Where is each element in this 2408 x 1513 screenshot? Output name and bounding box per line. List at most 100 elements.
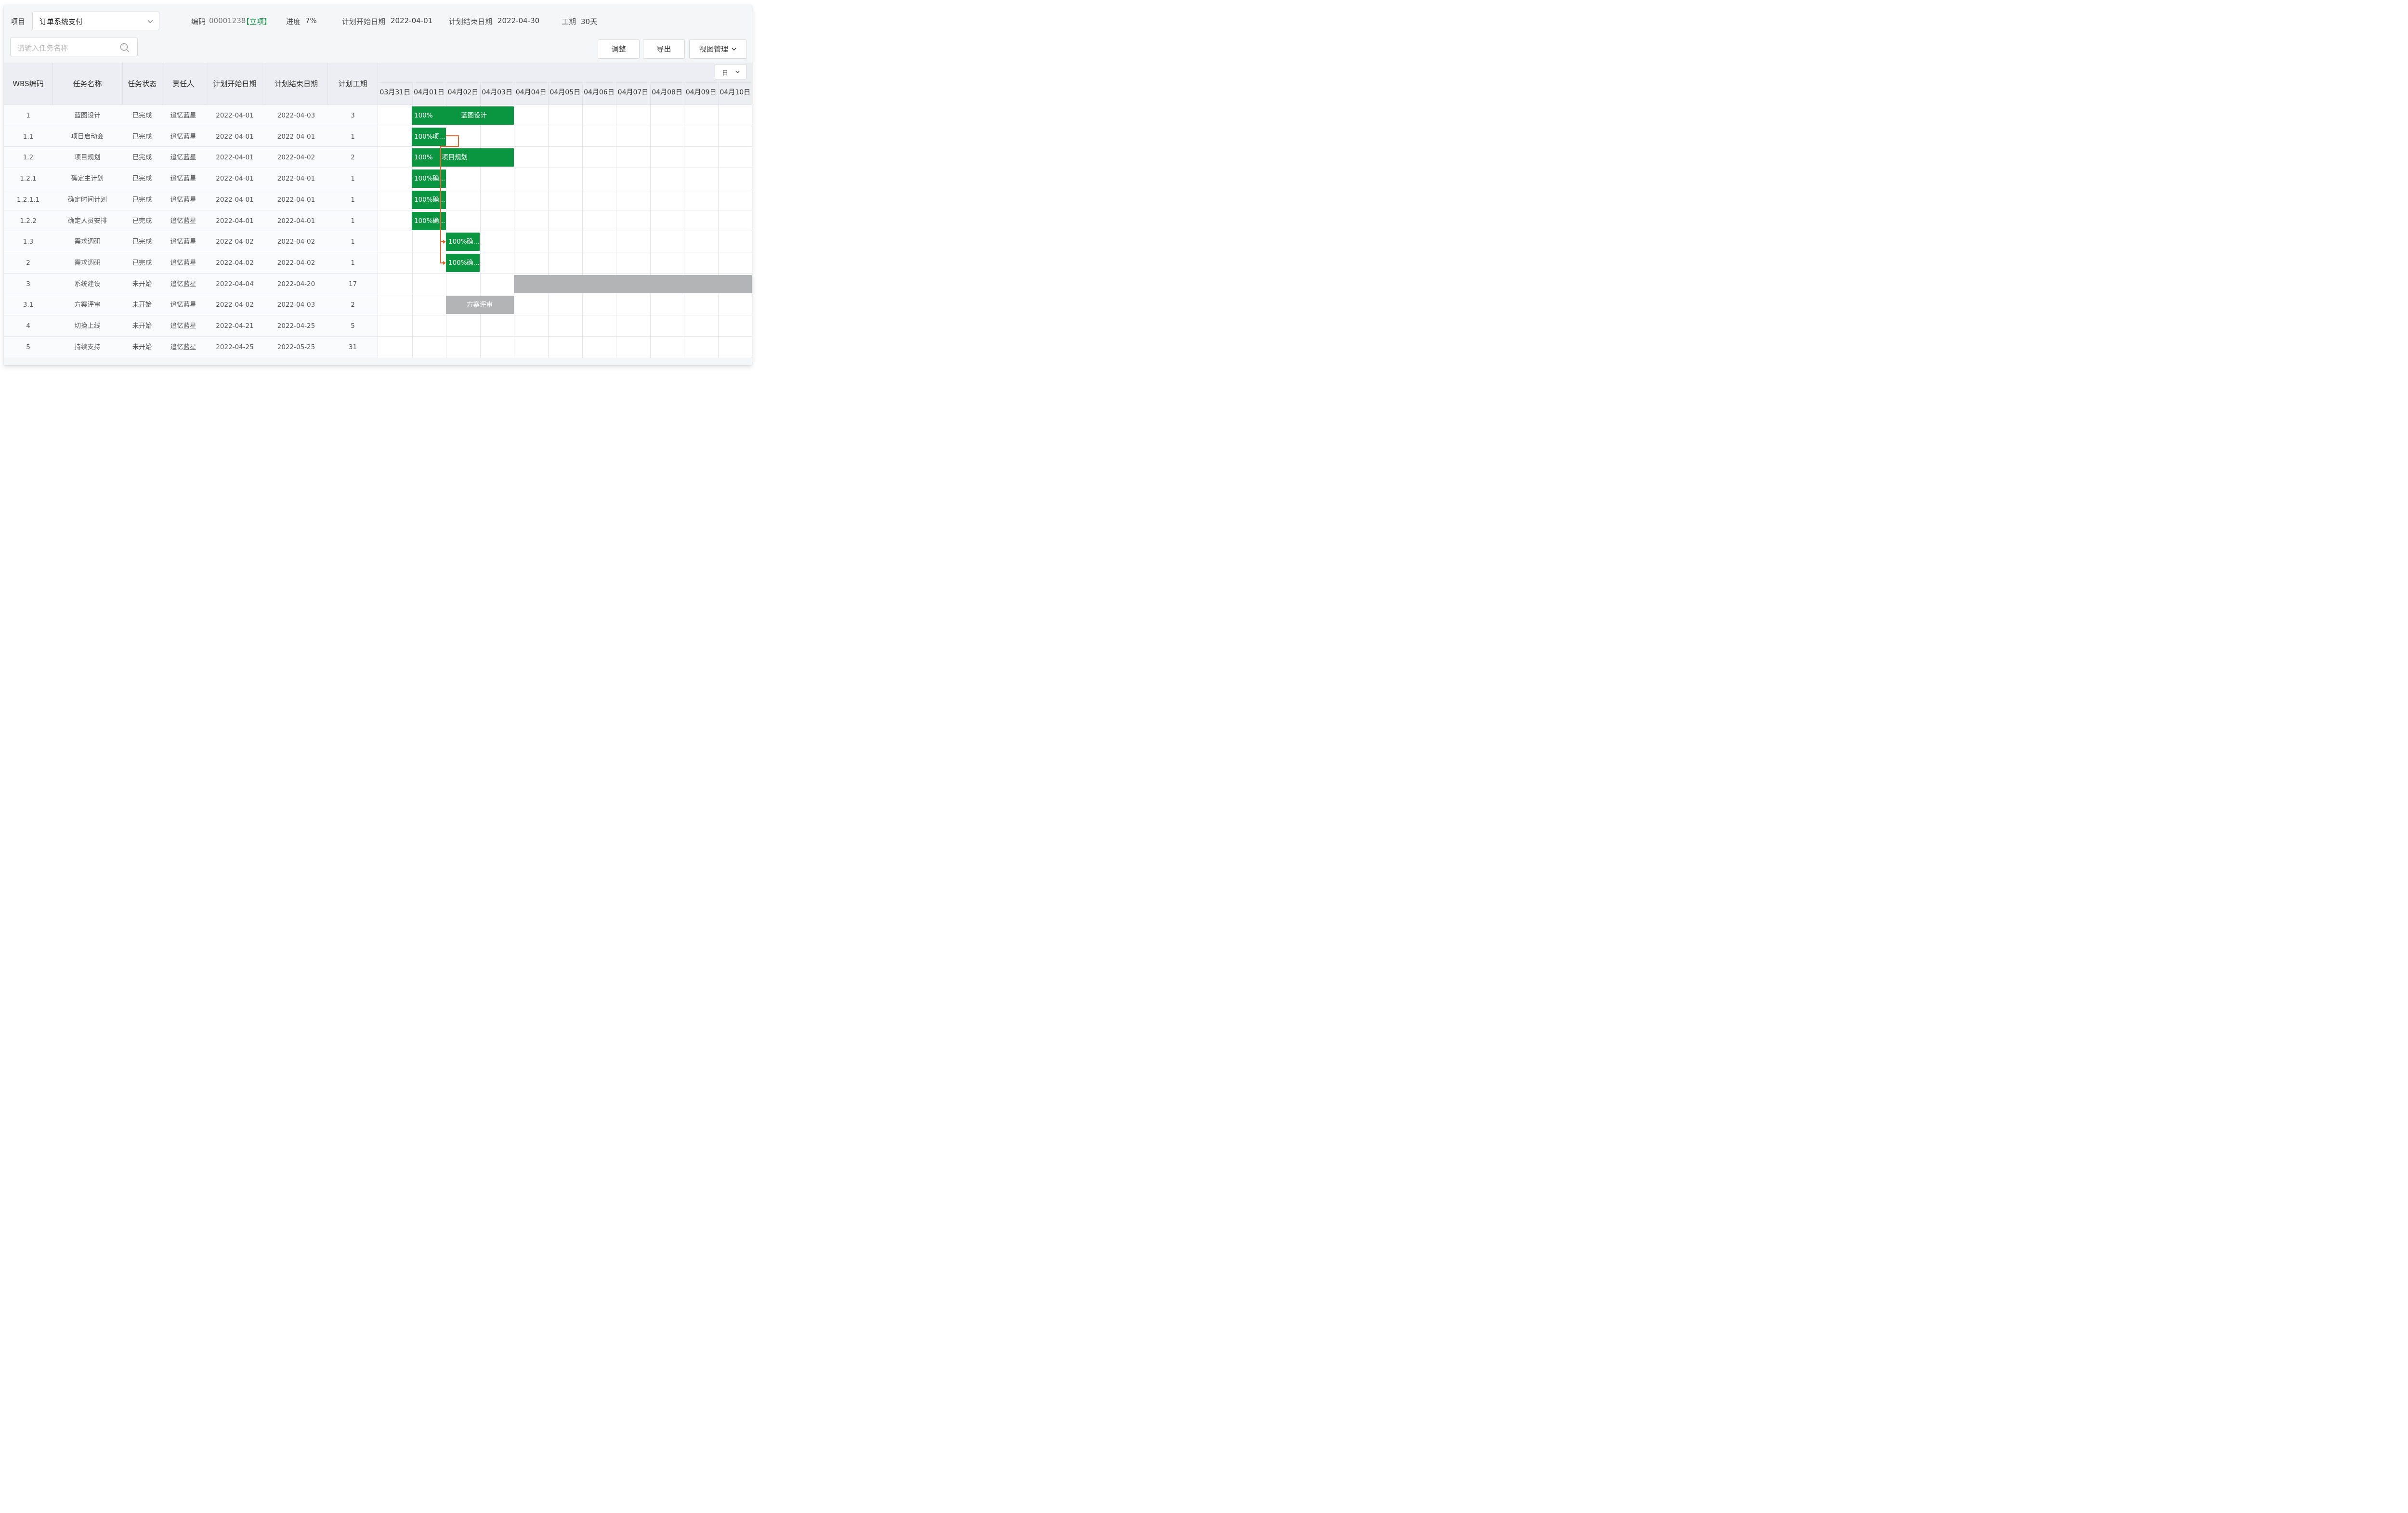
cell-duration: 2: [351, 301, 355, 309]
cell-status: 未开始: [132, 343, 152, 351]
col-header-task-name[interactable]: 任务名称: [52, 63, 122, 104]
cell-duration: 2: [351, 154, 355, 162]
task-search[interactable]: 请输入任务名称: [10, 38, 138, 56]
cell-owner: 追忆蓝星: [170, 259, 196, 267]
table-row[interactable]: 3 系统建设 未开始 追忆蓝星 2022-04-04 2022-04-20 17: [4, 274, 378, 295]
cell-task-name: 项目规划: [74, 154, 101, 162]
view-manage-button[interactable]: 视图管理: [689, 39, 747, 59]
gantt-bar[interactable]: 方案评审: [446, 296, 514, 314]
cell-start: 2022-04-04: [216, 280, 254, 288]
gantt-bar[interactable]: 100% 确...: [412, 170, 446, 188]
cell-wbs: 1: [26, 112, 30, 119]
table-row[interactable]: 1.2.2 确定人员安排 已完成 追忆蓝星 2022-04-01 2022-04-01 1: [4, 210, 378, 232]
cell-end: 2022-04-01: [277, 217, 315, 225]
gantt-bar[interactable]: 100% 项...: [412, 127, 446, 146]
cell-owner: 追忆蓝星: [170, 154, 196, 162]
gantt-bar-progress: 100%: [414, 175, 433, 183]
adjust-button[interactable]: 调整: [598, 39, 640, 59]
cell-end: 2022-04-25: [277, 322, 315, 330]
progress-label: 进度: [286, 17, 301, 26]
table-row[interactable]: 5 持续支持 未开始 追忆蓝星 2022-04-25 2022-05-25 31: [4, 337, 378, 358]
export-button[interactable]: 导出: [643, 39, 685, 59]
cell-end: 2022-04-02: [277, 259, 315, 267]
adjust-button-label: 调整: [611, 45, 626, 53]
gantt-bar[interactable]: 100% 蓝图设计: [412, 106, 514, 125]
gantt-date-header: 04月03日: [482, 89, 512, 96]
gantt-bar-label: 项目规划: [442, 154, 468, 162]
gantt-bar-label: 确...: [432, 196, 445, 204]
gantt-bar[interactable]: 100% 项目规划: [412, 148, 514, 167]
cell-end: 2022-04-02: [277, 238, 315, 246]
status-tag: 【立项】: [242, 17, 272, 26]
cell-end: 2022-04-02: [277, 154, 315, 162]
table-row[interactable]: 1.1 项目启动会 已完成 追忆蓝星 2022-04-01 2022-04-01 1: [4, 126, 378, 147]
col-header-wbs[interactable]: WBS编码: [4, 63, 52, 104]
table-row[interactable]: 3.1 方案评审 未开始 追忆蓝星 2022-04-02 2022-04-03 2: [4, 294, 378, 315]
col-header-start[interactable]: 计划开始日期: [205, 63, 265, 104]
project-select-value: 订单系统支付: [39, 17, 83, 26]
table-row[interactable]: 1.2.1 确定主计划 已完成 追忆蓝星 2022-04-01 2022-04-01 1: [4, 168, 378, 189]
cell-status: 已完成: [132, 175, 152, 183]
plan-start-label: 计划开始日期: [342, 17, 386, 26]
gantt-bar-label: 确...: [467, 259, 480, 267]
gantt-bar[interactable]: 100% 确...: [446, 253, 480, 272]
gantt-bar[interactable]: [514, 274, 752, 293]
cell-status: 已完成: [132, 132, 152, 141]
col-header-end[interactable]: 计划结束日期: [265, 63, 327, 104]
time-scale-value: 日: [722, 70, 729, 77]
cell-end: 2022-04-01: [277, 132, 315, 141]
search-input[interactable]: 请输入任务名称: [17, 43, 68, 53]
cell-duration: 1: [351, 132, 355, 141]
cell-owner: 追忆蓝星: [170, 343, 196, 351]
gantt-bar[interactable]: 100% 确...: [446, 233, 480, 251]
gantt-header-divider: [378, 82, 752, 83]
table-row[interactable]: 1.2.1.1 确定时间计划 已完成 追忆蓝星 2022-04-01 2022-04-01…: [4, 189, 378, 210]
gantt-bar-label: 方案评审: [467, 301, 493, 309]
col-header-owner[interactable]: 责任人: [162, 63, 205, 104]
gantt-date-header: 04月01日: [414, 89, 445, 96]
chevron-down-icon: [732, 48, 736, 51]
cell-start: 2022-04-02: [216, 259, 254, 267]
cell-duration: 3: [351, 112, 355, 119]
cell-duration: 5: [351, 322, 355, 330]
gantt-date-header: 04月02日: [447, 89, 479, 96]
cell-task-name: 需求调研: [74, 238, 101, 246]
cell-start: 2022-04-01: [216, 175, 254, 183]
cell-status: 已完成: [132, 259, 152, 267]
table-row[interactable]: 4 切换上线 未开始 追忆蓝星 2022-04-21 2022-04-25 5: [4, 315, 378, 337]
col-header-status[interactable]: 任务状态: [122, 63, 162, 104]
cell-owner: 追忆蓝星: [170, 280, 196, 288]
project-select[interactable]: 订单系统支付: [32, 12, 159, 30]
cell-duration: 1: [351, 238, 355, 246]
search-icon[interactable]: [120, 43, 130, 52]
gantt-date-header: 03月31日: [380, 89, 411, 96]
gantt-bar[interactable]: 100% 确...: [412, 211, 446, 230]
gantt-date-header: 04月08日: [652, 89, 682, 96]
cell-end: 2022-04-01: [277, 196, 315, 204]
gantt-bar-label: 确...: [432, 217, 445, 225]
cell-wbs: 1.3: [23, 238, 34, 246]
cell-task-name: 切换上线: [74, 322, 101, 330]
table-row[interactable]: 1.2 项目规划 已完成 追忆蓝星 2022-04-01 2022-04-02 2: [4, 147, 378, 168]
cell-wbs: 3.1: [23, 301, 34, 309]
cell-status: 已完成: [132, 238, 152, 246]
gantt-bar[interactable]: 100% 确...: [412, 190, 446, 209]
cell-task-name: 方案评审: [74, 301, 101, 309]
cell-status: 已完成: [132, 217, 152, 225]
cell-owner: 追忆蓝星: [170, 132, 196, 141]
code-value: 00001238: [209, 16, 246, 25]
col-header-duration[interactable]: 计划工期: [327, 63, 378, 104]
cell-start: 2022-04-01: [216, 217, 254, 225]
col-divider: [327, 63, 328, 104]
gantt-date-header: 04月04日: [515, 89, 547, 96]
cell-owner: 追忆蓝星: [170, 112, 196, 119]
gantt-bar-progress: 100%: [448, 238, 467, 246]
table-row[interactable]: 2 需求调研 已完成 追忆蓝星 2022-04-02 2022-04-02 1: [4, 252, 378, 274]
table-row[interactable]: 1 蓝图设计 已完成 追忆蓝星 2022-04-01 2022-04-03 3: [4, 105, 378, 126]
cell-start: 2022-04-02: [216, 238, 254, 246]
time-scale-select[interactable]: 日: [715, 64, 746, 79]
table-row[interactable]: 1.3 需求调研 已完成 追忆蓝星 2022-04-02 2022-04-02 1: [4, 231, 378, 252]
gantt-day-divider: [650, 83, 651, 358]
duration-value: 30天: [581, 17, 598, 26]
gantt-bar-progress: 100%: [414, 132, 433, 141]
